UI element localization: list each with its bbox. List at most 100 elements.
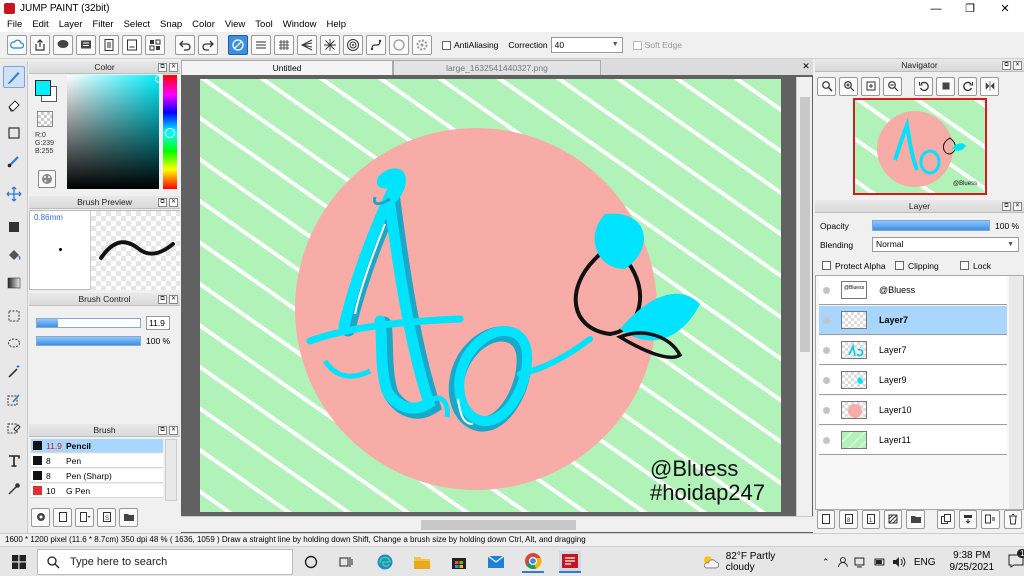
halftone-layer-icon[interactable]: [884, 509, 903, 529]
document-icon[interactable]: [99, 35, 119, 55]
close-button[interactable]: ✕: [989, 0, 1021, 17]
tab-untitled[interactable]: Untitled: [181, 60, 393, 75]
layer-row[interactable]: Layer7: [819, 306, 1007, 335]
visibility-icon[interactable]: [823, 376, 830, 384]
network-icon[interactable]: [854, 556, 868, 568]
layer-row[interactable]: Layer9: [819, 366, 1007, 395]
new-raster-icon[interactable]: 8: [839, 509, 858, 529]
layer-opacity-slider[interactable]: [872, 220, 990, 231]
undo-icon[interactable]: [175, 35, 195, 55]
menu-select[interactable]: Select: [119, 17, 155, 32]
clock[interactable]: 9:38 PM 9/25/2021: [950, 550, 995, 574]
merge-layer-icon[interactable]: [958, 509, 978, 529]
brush-item-g-pen[interactable]: 10 G Pen: [31, 484, 163, 498]
mail-icon[interactable]: [485, 551, 507, 573]
edge-browser-icon[interactable]: [374, 551, 396, 573]
vertical-scroll-thumb[interactable]: [800, 97, 810, 352]
transparent-color-swatch[interactable]: [37, 111, 53, 127]
no-snap-icon[interactable]: [228, 35, 248, 55]
duplicate-layer-icon[interactable]: [936, 509, 955, 529]
close-icon[interactable]: ✕: [169, 198, 178, 207]
layer-row[interactable]: Layer7: [819, 336, 1007, 365]
blending-select[interactable]: Normal ▼: [872, 237, 1019, 252]
layer-folder-icon[interactable]: [906, 509, 925, 529]
file-explorer-icon[interactable]: [411, 551, 433, 573]
visibility-icon[interactable]: [823, 436, 830, 444]
menu-color[interactable]: Color: [187, 17, 220, 32]
text-tool-icon[interactable]: [3, 450, 25, 472]
visibility-icon[interactable]: [823, 406, 830, 414]
close-icon[interactable]: ✕: [1013, 202, 1022, 211]
snap-settings-icon[interactable]: [412, 35, 432, 55]
perspective-snap-icon[interactable]: [297, 35, 317, 55]
brush-item-pen-sharp[interactable]: 8 Pen (Sharp): [31, 469, 163, 483]
navigator-thumbnail[interactable]: @Bluess: [853, 98, 987, 195]
new-vector-icon[interactable]: 1: [861, 509, 881, 529]
eraser-icon[interactable]: [3, 94, 25, 116]
concentric-snap-icon[interactable]: [343, 35, 363, 55]
flip-icon[interactable]: [980, 76, 999, 96]
protect-alpha-checkbox[interactable]: [822, 261, 831, 270]
brush-size-slider[interactable]: [36, 318, 141, 328]
popout-icon[interactable]: ⧉: [1002, 61, 1011, 70]
foreground-color-swatch[interactable]: [35, 80, 51, 96]
cloud-icon[interactable]: [7, 35, 27, 55]
battery-icon[interactable]: [874, 556, 886, 568]
drawing-canvas[interactable]: @Bluess #hoidap247: [200, 79, 781, 512]
pen-tool-icon[interactable]: [3, 66, 25, 88]
menu-file[interactable]: File: [2, 17, 27, 32]
zoom-icon[interactable]: [817, 76, 836, 96]
jump-paint-taskbar-icon[interactable]: [559, 551, 581, 573]
brush-opacity-slider[interactable]: [36, 336, 141, 346]
close-icon[interactable]: ✕: [169, 63, 178, 72]
correction-select[interactable]: 40 ▼: [550, 37, 623, 53]
grid-snap-icon[interactable]: [274, 35, 294, 55]
fit-screen-icon[interactable]: [861, 76, 880, 96]
marquee-icon[interactable]: [3, 305, 25, 327]
lasso-icon[interactable]: [3, 333, 25, 355]
menu-layer[interactable]: Layer: [54, 17, 88, 32]
weather-text[interactable]: 82°F Partly cloudy: [726, 551, 806, 573]
close-tab-icon[interactable]: ✕: [799, 61, 813, 75]
parallel-snap-icon[interactable]: [251, 35, 271, 55]
menu-view[interactable]: View: [220, 17, 250, 32]
popout-icon[interactable]: ⧉: [158, 295, 167, 304]
zoom-in-icon[interactable]: [839, 76, 858, 96]
copy-brush-icon[interactable]: S: [97, 507, 116, 527]
brush-settings-icon[interactable]: [31, 507, 50, 527]
store-icon[interactable]: [448, 551, 470, 573]
popout-icon[interactable]: ⧉: [158, 63, 167, 72]
rotate-left-icon[interactable]: [914, 76, 933, 96]
volume-icon[interactable]: [892, 556, 906, 568]
cortana-icon[interactable]: [300, 551, 322, 573]
layer-row[interactable]: Layer10: [819, 396, 1007, 425]
zoom-out-icon[interactable]: [883, 76, 902, 96]
layer-list-scrollbar[interactable]: [1009, 276, 1023, 509]
hue-slider[interactable]: [163, 75, 177, 189]
menu-tool[interactable]: Tool: [250, 17, 277, 32]
minimize-button[interactable]: —: [920, 0, 952, 17]
pages-icon[interactable]: [145, 35, 165, 55]
visibility-icon[interactable]: [823, 316, 830, 324]
curve-snap-icon[interactable]: [366, 35, 386, 55]
taskbar-search[interactable]: Type here to search: [37, 549, 293, 575]
brush-size-value[interactable]: 11.9: [146, 316, 170, 330]
show-hidden-icons-icon[interactable]: ⌃: [822, 557, 830, 568]
menu-edit[interactable]: Edit: [27, 17, 53, 32]
close-icon[interactable]: ✕: [1013, 61, 1022, 70]
select-pen-icon[interactable]: [3, 389, 25, 411]
canvas-horizontal-scrollbar[interactable]: [181, 516, 813, 532]
select-rect-icon[interactable]: [3, 122, 25, 144]
radial-snap-icon[interactable]: [320, 35, 340, 55]
layer-row[interactable]: @Bluess @Bluess: [819, 276, 1007, 305]
antialiasing-checkbox[interactable]: [442, 40, 451, 50]
chrome-icon[interactable]: [522, 551, 544, 573]
layer-row[interactable]: Layer11: [819, 426, 1007, 455]
message-icon[interactable]: [76, 35, 96, 55]
bucket-icon[interactable]: [3, 244, 25, 266]
share-icon[interactable]: [30, 35, 50, 55]
tab-large-png[interactable]: large_1632541440327.png: [393, 60, 601, 75]
brush-list-scrollbar[interactable]: [165, 439, 177, 501]
clipping-checkbox[interactable]: [895, 261, 904, 270]
horizontal-scroll-thumb[interactable]: [421, 520, 576, 530]
